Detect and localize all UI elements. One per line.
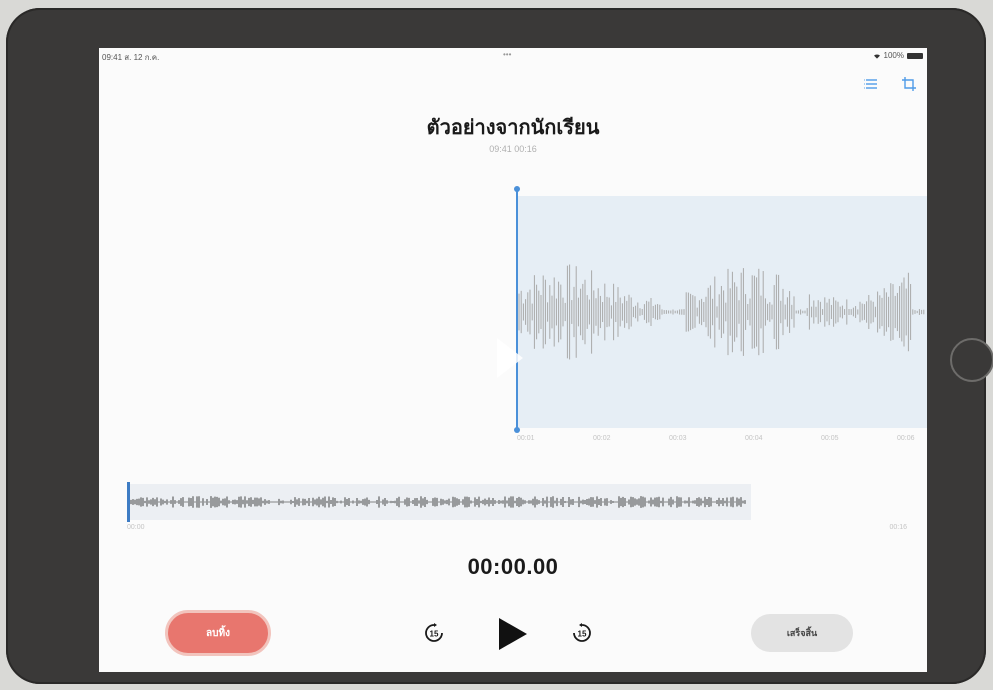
skip-forward-15-icon[interactable]: 15: [571, 622, 593, 644]
time-tick: 00:01: [517, 435, 535, 442]
recording-meta: 09:41 00:16: [489, 144, 537, 154]
status-right: 100%: [873, 51, 923, 60]
overview-waveform-graphic: [130, 496, 746, 508]
overview-waveform[interactable]: [127, 484, 751, 520]
done-button[interactable]: เสร็จสิ้น: [751, 614, 853, 652]
time-tick: 00:03: [669, 435, 687, 442]
battery-icon: [907, 52, 923, 59]
done-button-label: เสร็จสิ้น: [786, 628, 818, 638]
wifi-icon: [873, 53, 880, 59]
waveform-editor[interactable]: [517, 196, 927, 428]
delete-button[interactable]: ลบทิ้ง: [165, 610, 271, 656]
overview-cursor[interactable]: [127, 482, 130, 522]
list-icon[interactable]: [863, 76, 879, 92]
overview-labels: 00:00 00:16: [127, 524, 907, 531]
status-time: 09:41 ส. 12 ก.ค.: [102, 53, 160, 62]
time-tick: 00:05: [821, 435, 839, 442]
ipad-frame: 09:41 ส. 12 ก.ค. ••• 100% ตัวอย่างจากนัก…: [6, 8, 993, 684]
time-tick: 00:04: [745, 435, 763, 442]
play-icon[interactable]: [497, 616, 529, 652]
playback-timer: 00:00.00: [467, 554, 559, 579]
time-ruler: 00:01 00:02 00:03 00:04 00:05 00:06: [517, 435, 927, 445]
overview-end-time: 00:16: [889, 524, 907, 531]
play-overlay-icon: [497, 338, 523, 378]
skip-back-label: 15: [430, 630, 439, 639]
screen: 09:41 ส. 12 ก.ค. ••• 100% ตัวอย่างจากนัก…: [99, 48, 927, 672]
time-tick: 00:02: [593, 435, 611, 442]
overview-start-time: 00:00: [127, 524, 145, 531]
battery-percent: 100%: [883, 51, 904, 60]
playhead-top-handle[interactable]: [514, 186, 520, 192]
waveform: [518, 264, 925, 360]
top-toolbar: [863, 76, 917, 92]
time-tick: 00:06: [897, 435, 915, 442]
skip-forward-label: 15: [578, 630, 587, 639]
playhead[interactable]: [516, 188, 518, 431]
home-button[interactable]: [950, 338, 993, 382]
recording-title[interactable]: ตัวอย่างจากนักเรียน: [99, 111, 927, 143]
status-bar: 09:41 ส. 12 ก.ค. ••• 100%: [99, 48, 927, 62]
skip-back-15-icon[interactable]: 15: [423, 622, 445, 644]
playhead-bottom-handle[interactable]: [514, 427, 520, 433]
multitasking-dots[interactable]: •••: [503, 50, 511, 59]
crop-icon[interactable]: [901, 76, 917, 92]
delete-button-label: ลบทิ้ง: [206, 627, 230, 639]
